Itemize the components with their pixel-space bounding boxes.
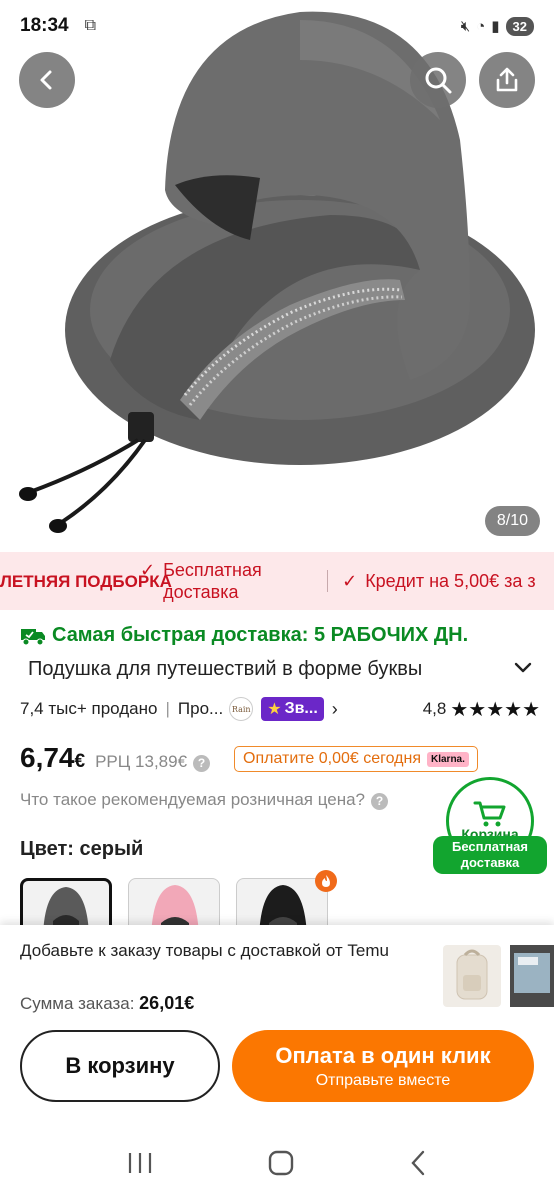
search-button[interactable] bbox=[410, 52, 466, 108]
rrp-price: РРЦ 13,89€ bbox=[95, 752, 188, 771]
divider: | bbox=[165, 699, 170, 718]
rrp-question-text: Что такое рекомендуемая розничная цена? bbox=[20, 790, 366, 809]
signal-icon: ▮ bbox=[491, 18, 500, 35]
rating-stars: ★★★★★ bbox=[450, 698, 540, 721]
seller-logo[interactable]: Rain bbox=[229, 697, 254, 721]
free-shipping-badge: Бесплатная доставка bbox=[433, 836, 547, 874]
add-items-message: Добавьте к заказу товары с доставкой от … bbox=[20, 941, 389, 960]
divider bbox=[327, 570, 329, 592]
rating[interactable]: 4,8 ★★★★★ bbox=[423, 697, 540, 722]
rrp-question[interactable]: Что такое рекомендуемая розничная цена?? bbox=[20, 790, 389, 810]
free-delivery-promo: ✓ Бесплатная доставка bbox=[140, 559, 313, 603]
credit-text: Кредит на 5,00€ за з bbox=[365, 571, 536, 591]
cart-icon bbox=[473, 801, 506, 827]
cart-item-thumbnail[interactable] bbox=[510, 945, 554, 1007]
product-title[interactable]: Подушка для путешествий в форме буквы bbox=[28, 658, 482, 681]
mute-icon: 🔇︎ bbox=[460, 17, 471, 35]
cart-item-thumbnail[interactable] bbox=[443, 945, 501, 1007]
share-icon bbox=[496, 67, 518, 92]
help-icon: ? bbox=[371, 793, 389, 810]
share-button[interactable] bbox=[479, 52, 535, 108]
recent-apps-icon[interactable] bbox=[126, 1151, 154, 1175]
bottom-checkout-sheet: Добавьте к заказу товары с доставкой от … bbox=[0, 925, 554, 1125]
sold-count: 7,4 тыс+ продано bbox=[20, 699, 158, 718]
image-counter: 8/10 bbox=[484, 506, 540, 536]
order-sum-value: 26,01€ bbox=[139, 993, 195, 1013]
fast-delivery-text: Самая быстрая доставка: 5 РАБОЧИХ ДН. bbox=[52, 624, 469, 646]
fire-icon bbox=[315, 870, 337, 892]
star-badge-text: Зв... bbox=[284, 700, 318, 717]
order-sum: Сумма заказа: 26,01€ bbox=[20, 993, 194, 1014]
star-seller-badge[interactable]: ★ Зв... bbox=[261, 697, 324, 721]
price-value: 6,74 bbox=[20, 742, 75, 773]
search-icon bbox=[425, 67, 452, 94]
home-icon[interactable] bbox=[267, 1149, 295, 1177]
credit-promo: ✓ Кредит на 5,00€ за з bbox=[342, 570, 536, 592]
help-icon[interactable]: ? bbox=[193, 755, 211, 772]
star-icon: ★ bbox=[267, 701, 282, 718]
rating-value: 4,8 bbox=[422, 699, 447, 718]
add-to-cart-button[interactable]: В корзину bbox=[20, 1030, 220, 1102]
klarna-offer[interactable]: Оплатите 0,00€ сегодня Klarna. bbox=[234, 746, 478, 772]
fast-delivery: Самая быстрая доставка: 5 РАБОЧИХ ДН. bbox=[20, 624, 468, 647]
status-icons: 🔇︎ ◔ ▮ 32 bbox=[460, 16, 534, 36]
one-click-pay-button[interactable]: Оплата в один клик Отправьте вместе bbox=[232, 1030, 534, 1102]
back-button[interactable] bbox=[19, 52, 75, 108]
status-bar: 18:34 ⧉ 🔇︎ ◔ ▮ 32 bbox=[0, 0, 554, 52]
chevron-right-icon[interactable]: › bbox=[332, 699, 338, 720]
color-label: Цвет: серый bbox=[20, 838, 144, 860]
status-time: 18:34 bbox=[20, 15, 69, 36]
neck-pillow-photo bbox=[19, 11, 535, 533]
one-click-pay-sublabel: Отправьте вместе bbox=[315, 1071, 451, 1089]
wifi-icon: ◔ bbox=[476, 17, 486, 35]
klarna-logo: Klarna. bbox=[427, 751, 469, 767]
product-image[interactable] bbox=[0, 0, 554, 552]
price: 6,74€ bbox=[20, 742, 85, 774]
back-nav-icon[interactable] bbox=[408, 1149, 428, 1177]
chevron-left-icon bbox=[40, 70, 52, 90]
klarna-text: Оплатите 0,00€ сегодня bbox=[243, 750, 421, 767]
price-row: 6,74€ РРЦ 13,89€ ? bbox=[20, 742, 211, 774]
seller-name[interactable]: Про... bbox=[178, 699, 223, 719]
one-click-pay-label: Оплата в один клик bbox=[275, 1042, 491, 1068]
battery-level: 32 bbox=[505, 16, 534, 36]
price-currency: € bbox=[74, 751, 86, 772]
order-sum-label: Сумма заказа: bbox=[20, 994, 135, 1013]
check-icon: ✓ bbox=[342, 571, 358, 591]
screenshot-icon: ⧉ bbox=[84, 17, 97, 34]
free-delivery-text: Бесплатная доставка bbox=[163, 560, 262, 602]
backpack-image bbox=[456, 949, 488, 1000]
chevron-down-icon[interactable] bbox=[512, 660, 534, 676]
season-label: ЛЕТНЯЯ ПОДБОРКА bbox=[0, 571, 172, 591]
check-icon: ✓ bbox=[140, 560, 156, 580]
truck-icon bbox=[21, 628, 45, 645]
system-nav-bar bbox=[0, 1125, 554, 1200]
tablet-image bbox=[510, 945, 554, 1007]
promo-strip[interactable]: ЛЕТНЯЯ ПОДБОРКА ✓ Бесплатная доставка ✓ … bbox=[0, 552, 554, 610]
product-meta-row: 7,4 тыс+ продано | Про... Rain ★ Зв... ›… bbox=[20, 696, 540, 722]
